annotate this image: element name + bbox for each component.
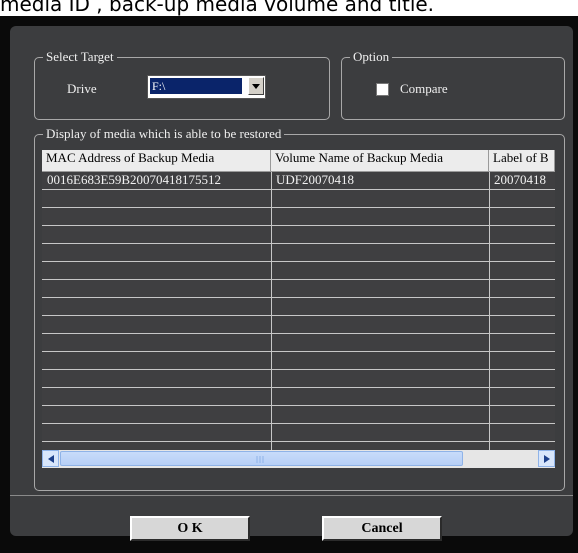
option-legend: Option — [350, 49, 393, 65]
table-row[interactable] — [42, 244, 555, 262]
compare-label[interactable]: Compare — [400, 81, 448, 97]
cell-volume-name: UDF20070418 — [276, 172, 355, 187]
arrow-right-icon[interactable] — [538, 450, 555, 467]
table-row[interactable] — [42, 262, 555, 280]
arrow-left-icon[interactable] — [42, 450, 59, 467]
media-table[interactable]: MAC Address of Backup Media Volume Name … — [42, 150, 555, 468]
media-list-group: Display of media which is able to be res… — [34, 126, 565, 491]
cancel-button[interactable]: Cancel — [322, 516, 442, 541]
dialog-panel: Select Target Drive F:\ Option Compare D… — [10, 26, 573, 536]
cell-label: 20070418 — [494, 172, 546, 187]
table-row[interactable] — [42, 316, 555, 334]
table-row[interactable] — [42, 280, 555, 298]
drive-select[interactable]: F:\ — [147, 75, 266, 99]
table-row[interactable] — [42, 352, 555, 370]
column-header-volume[interactable]: Volume Name of Backup Media — [271, 150, 489, 172]
column-header-mac[interactable]: MAC Address of Backup Media — [42, 150, 271, 172]
table-row[interactable] — [42, 406, 555, 424]
table-row[interactable] — [42, 334, 555, 352]
table-row[interactable] — [42, 298, 555, 316]
table-row[interactable] — [42, 424, 555, 442]
table-row[interactable]: 0016E683E59B20070418175512 UDF20070418 2… — [42, 172, 555, 190]
column-header-label[interactable]: Label of B — [489, 150, 555, 172]
table-row[interactable] — [42, 226, 555, 244]
table-row[interactable] — [42, 370, 555, 388]
table-row[interactable] — [42, 208, 555, 226]
page-caption: media ID , back-up media volume and titl… — [0, 0, 435, 16]
scrollbar-thumb[interactable] — [60, 451, 463, 466]
option-group: Option Compare — [341, 49, 565, 120]
cell-mac-address: 0016E683E59B20070418175512 — [47, 172, 222, 187]
table-row[interactable] — [42, 388, 555, 406]
ok-button[interactable]: O K — [130, 516, 250, 541]
horizontal-scrollbar[interactable] — [42, 450, 555, 468]
restore-dialog: Select Target Drive F:\ Option Compare D… — [0, 16, 578, 553]
select-target-group: Select Target Drive F:\ — [34, 49, 330, 120]
table-row[interactable] — [42, 190, 555, 208]
select-target-legend: Select Target — [43, 49, 117, 65]
drive-label: Drive — [67, 81, 97, 96]
compare-checkbox[interactable] — [376, 83, 389, 96]
drive-select-value: F:\ — [150, 78, 242, 94]
media-list-legend: Display of media which is able to be res… — [43, 126, 285, 142]
chevron-down-icon[interactable] — [248, 77, 264, 95]
dialog-divider — [10, 495, 573, 496]
table-header: MAC Address of Backup Media Volume Name … — [42, 150, 555, 172]
